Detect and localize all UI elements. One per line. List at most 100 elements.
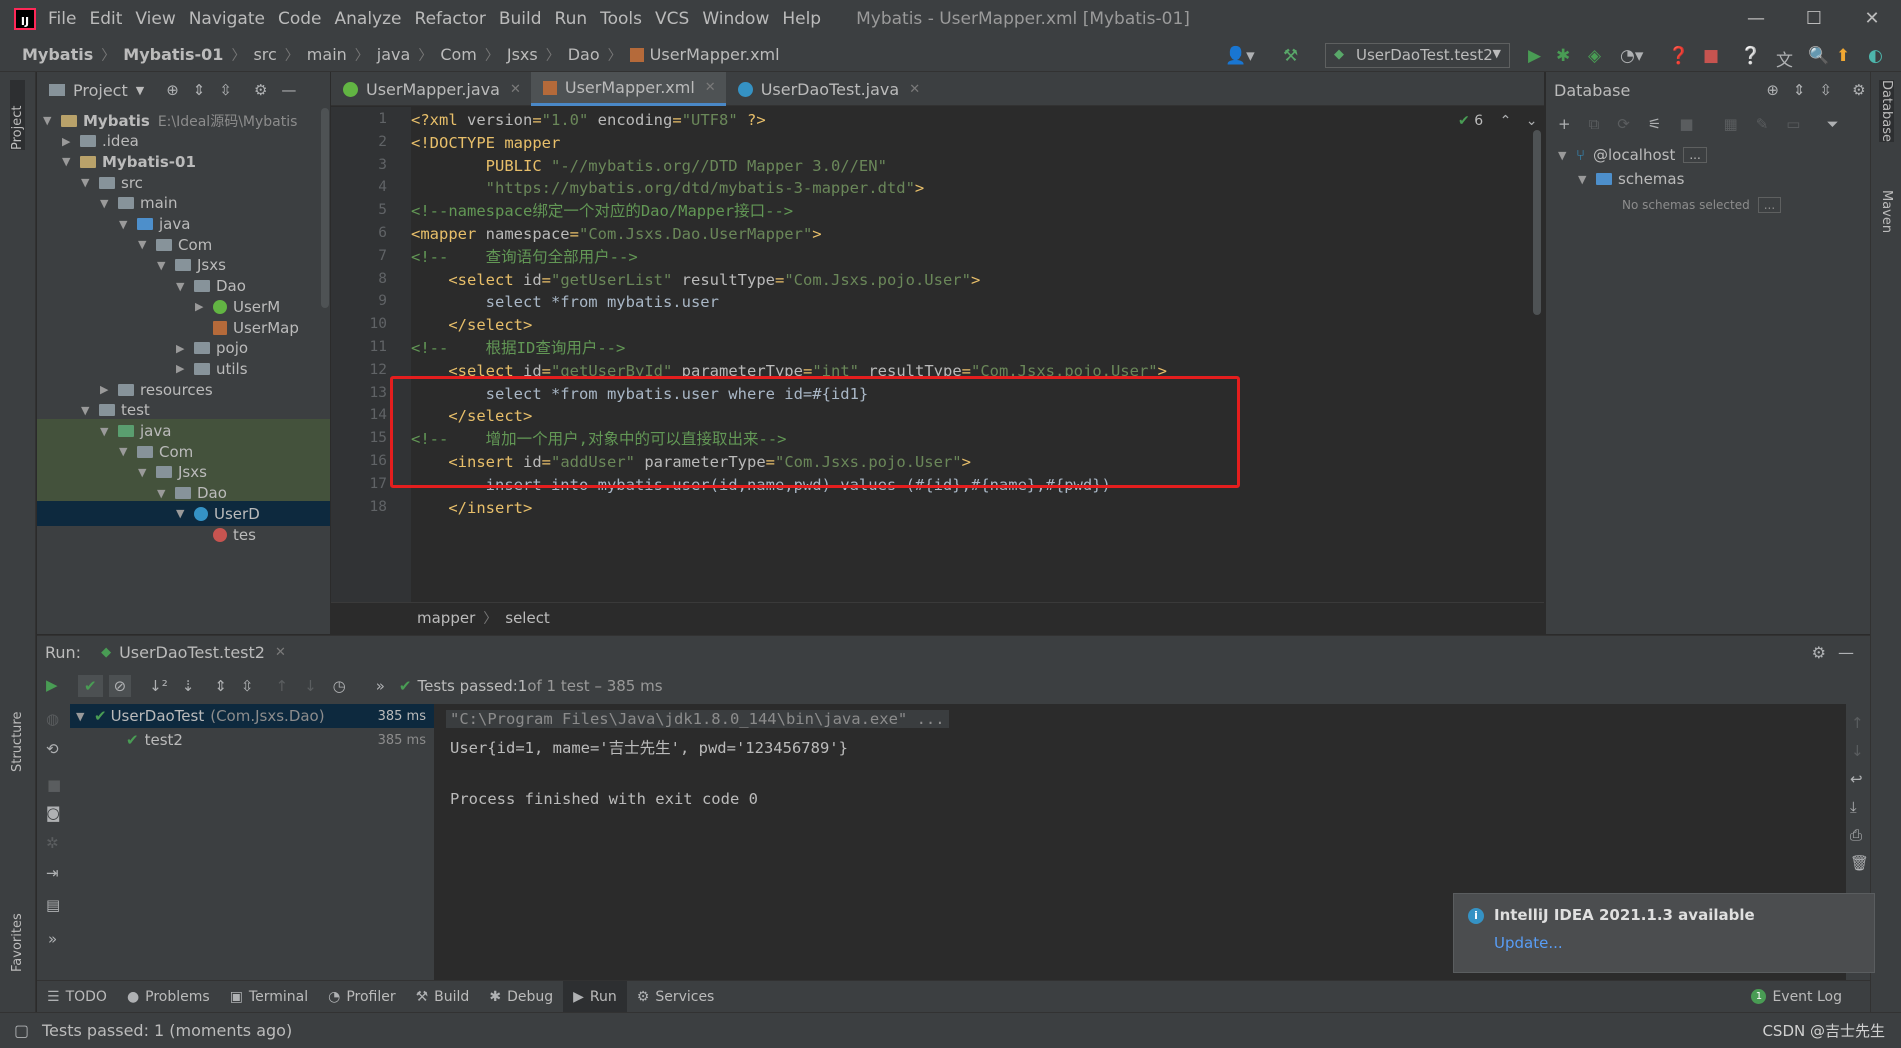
crumb-com[interactable]: Com	[440, 45, 477, 64]
chevron-down-icon[interactable]: ▼	[176, 507, 190, 520]
collapse-all-icon[interactable]: ⇳	[241, 677, 254, 695]
menu-run[interactable]: Run	[555, 9, 588, 29]
maven-tool-tab[interactable]: Maven	[1879, 190, 1894, 233]
editor-scrollbar[interactable]	[1533, 130, 1541, 315]
breadcrumb-mapper[interactable]: mapper	[417, 609, 475, 627]
history-icon[interactable]: ◷	[333, 677, 346, 695]
structure-tool-tab[interactable]: Structure	[10, 692, 25, 772]
show-ignored-icon[interactable]: ⊘	[108, 675, 132, 697]
add-icon[interactable]: +	[1558, 115, 1571, 133]
chevron-down-icon[interactable]: ▼	[119, 218, 133, 231]
menu-refactor[interactable]: Refactor	[415, 9, 486, 29]
filter-icon[interactable]: ⏷	[1826, 115, 1838, 133]
chevron-down-icon[interactable]: ▼	[157, 487, 171, 500]
notification-update-link[interactable]: Update...	[1494, 934, 1563, 952]
debug-tool-button[interactable]: ✱ Debug	[479, 981, 563, 1013]
expand-all-icon[interactable]: ⇕	[1793, 81, 1806, 99]
chevron-right-icon[interactable]: ▶	[100, 383, 114, 396]
menu-help[interactable]: Help	[782, 9, 821, 29]
favorites-tool-tab[interactable]: Favorites	[10, 892, 25, 972]
layout-icon[interactable]: ▢	[14, 1021, 29, 1040]
translate-icon[interactable]: 文	[1776, 46, 1793, 71]
project-panel-title[interactable]: Project	[73, 81, 128, 100]
crumb-jsxs[interactable]: Jsxs	[507, 45, 538, 64]
code-editor[interactable]: <?xml version="1.0" encoding="UTF8" ?> <!…	[411, 107, 1544, 602]
chevron-down-icon[interactable]: ▼	[176, 280, 190, 293]
exit-icon[interactable]: ⇥	[46, 864, 59, 882]
console-line-command[interactable]: "C:\Program Files\Java\jdk1.8.0_144\bin\…	[446, 710, 949, 728]
coverage-icon[interactable]: ◈	[1588, 46, 1601, 66]
properties-icon[interactable]: ⚟	[1648, 115, 1661, 133]
profile-icon[interactable]: ◔▾	[1620, 46, 1643, 66]
tree-row-localhost[interactable]: ▼ ⑂ @localhost ...	[1558, 146, 1707, 164]
gear-icon[interactable]: ⚙	[254, 81, 267, 99]
tree-item[interactable]: tes	[37, 522, 330, 547]
expand-all-icon[interactable]: ⇕	[193, 81, 206, 99]
menu-build[interactable]: Build	[499, 9, 542, 29]
todo-tool-button[interactable]: ☰ TODO	[37, 981, 117, 1013]
database-tool-tab[interactable]: Database	[1879, 80, 1894, 143]
services-tool-button[interactable]: ⚙ Services	[627, 981, 725, 1013]
run-icon[interactable]: ▶	[1528, 46, 1541, 66]
chevron-right-icon[interactable]: ▶	[176, 342, 190, 355]
menu-analyze[interactable]: Analyze	[335, 9, 402, 29]
tree-scrollbar[interactable]	[321, 108, 329, 308]
terminal-tool-button[interactable]: ▣ Terminal	[220, 981, 318, 1013]
problems-tool-button[interactable]: ● Problems	[117, 981, 220, 1013]
minimize-icon[interactable]: —	[1727, 0, 1785, 38]
tab-usermapper-java[interactable]: UserMapper.java ✕	[331, 72, 531, 106]
crumb-java[interactable]: java	[377, 45, 411, 64]
chevron-right-icon[interactable]: ▶	[176, 362, 190, 375]
chevron-down-icon[interactable]: ▼	[100, 197, 114, 210]
close-tab-icon[interactable]: ✕	[705, 80, 716, 95]
build-hammer-icon[interactable]: ⚒	[1283, 46, 1298, 66]
menu-file[interactable]: File	[48, 9, 76, 29]
gear-icon[interactable]: ⚙	[1852, 81, 1865, 99]
collapse-all-icon[interactable]: ⇳	[1820, 81, 1833, 99]
locate-icon[interactable]: ⊕	[1766, 81, 1779, 99]
chevron-down-icon[interactable]: ▼	[81, 404, 95, 417]
chevron-down-icon[interactable]: ▼	[43, 114, 57, 127]
plugin-icon[interactable]: ◐	[1868, 46, 1883, 66]
chevron-down-icon[interactable]: ▼	[136, 84, 144, 97]
menu-tools[interactable]: Tools	[600, 9, 642, 29]
trash-icon[interactable]: 🗑	[1850, 854, 1869, 872]
menu-edit[interactable]: Edit	[89, 9, 122, 29]
tree-row-schemas[interactable]: ▼ schemas	[1578, 170, 1684, 188]
menu-vcs[interactable]: VCS	[655, 9, 689, 29]
more-icon[interactable]: »	[376, 677, 385, 695]
run-tool-button[interactable]: ▶ Run	[563, 980, 627, 1013]
locate-icon[interactable]: ⊕	[166, 81, 179, 99]
test-row-test2[interactable]: ✔ test2 385 ms	[70, 728, 434, 752]
update-icon[interactable]: ⬆	[1836, 46, 1850, 66]
stop-icon[interactable]: ■	[1703, 46, 1719, 66]
crumb-main[interactable]: main	[307, 45, 347, 64]
hide-icon[interactable]: —	[281, 81, 296, 99]
gear-icon[interactable]: ⚙	[1812, 643, 1826, 662]
tab-usermapper-xml[interactable]: UserMapper.xml ✕	[530, 72, 726, 106]
scroll-end-icon[interactable]: ⤓	[1850, 798, 1857, 816]
search-help-icon[interactable]: ❔	[1740, 46, 1761, 66]
tab-userdaotest-java[interactable]: UserDaoTest.java ✕	[726, 72, 930, 106]
run-configuration-select[interactable]: ◆ UserDaoTest.test2 ▼	[1325, 43, 1510, 68]
crumb-src[interactable]: src	[253, 45, 276, 64]
close-tab-icon[interactable]: ✕	[510, 82, 521, 97]
chevron-down-icon[interactable]: ▼	[138, 238, 152, 251]
more-icon[interactable]: »	[48, 930, 57, 948]
chevron-down-icon[interactable]: ▼	[81, 176, 95, 189]
show-passed-icon[interactable]: ✔	[78, 675, 103, 697]
search-icon[interactable]: 🔍	[1808, 46, 1829, 66]
project-tool-tab[interactable]: Project	[10, 80, 25, 150]
menu-window[interactable]: Window	[702, 9, 769, 29]
sort-alpha-icon[interactable]: ↓²	[149, 677, 168, 695]
crumb-project[interactable]: Mybatis	[22, 45, 93, 64]
host-more-button[interactable]: ...	[1683, 147, 1707, 163]
user-icon[interactable]: 👤▾	[1225, 46, 1255, 66]
close-tab-icon[interactable]: ✕	[909, 82, 920, 97]
test-row-suite[interactable]: ▼ ✔ UserDaoTest (Com.Jsxs.Dao) 385 ms	[70, 704, 434, 728]
toggle-autotest-icon[interactable]: ⟲	[46, 740, 59, 758]
soft-wrap-icon[interactable]: ↩	[1850, 770, 1863, 788]
chevron-down-icon[interactable]: ▼	[119, 445, 133, 458]
help-icon[interactable]: ❓	[1668, 46, 1689, 66]
breadcrumb-select[interactable]: select	[505, 609, 550, 627]
